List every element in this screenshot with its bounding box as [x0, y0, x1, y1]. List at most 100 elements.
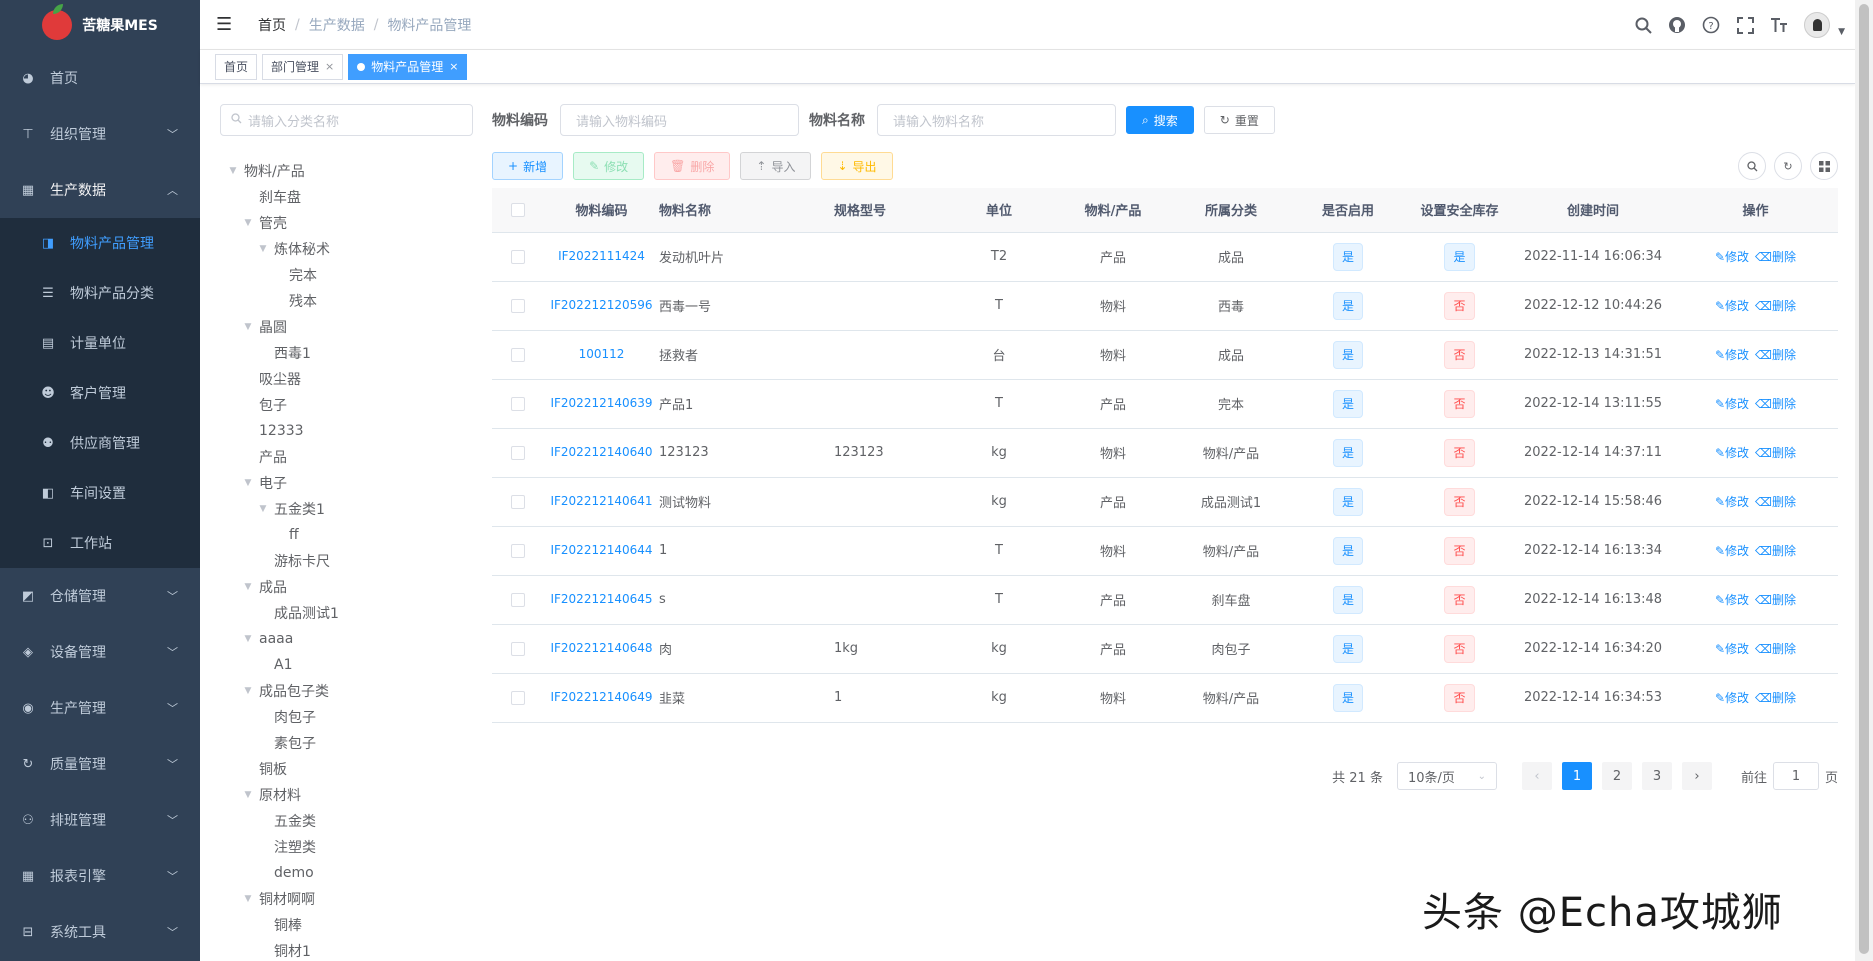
checkbox[interactable] [511, 641, 525, 656]
tag-department[interactable]: 部门管理 × [262, 53, 344, 80]
page-button[interactable]: 2 [1601, 762, 1632, 790]
sidebar-item[interactable]: ⊟ 系统工具 ﹀ [0, 904, 200, 960]
table-row[interactable]: IF202212140648 肉 1kg kg 产品 肉包子 是 否 2022-12-14 16… [492, 624, 1838, 674]
row-delete-button[interactable]: ⌫删除 [1755, 397, 1796, 411]
toggle-search-icon[interactable] [1738, 152, 1766, 180]
table-row[interactable]: IF202212140645 s T 产品 刹车盘 是 否 2022-12-14 16:13:… [492, 575, 1838, 625]
sidebar-item[interactable]: ◈ 设备管理 ﹀ [0, 624, 200, 680]
caret-down-icon[interactable]: ▼ [241, 218, 255, 228]
material-code-link[interactable]: IF202212140644 [550, 543, 652, 557]
material-code-link[interactable]: IF202212140649 [550, 690, 652, 704]
tree-node[interactable]: 肉包子 [220, 704, 473, 730]
caret-down-icon[interactable]: ▼ [256, 504, 270, 514]
caret-down-icon[interactable]: ▼ [256, 244, 270, 254]
columns-grid-icon[interactable] [1810, 152, 1838, 180]
material-code-link[interactable]: IF202212140645 [550, 592, 652, 606]
table-row[interactable]: IF202212140644 1 T 物料 物料/产品 是 否 2022-12-14 16:1… [492, 526, 1838, 576]
next-page-button[interactable]: › [1681, 762, 1712, 790]
sidebar-subitem[interactable]: ☰ 物料产品分类 [0, 268, 200, 318]
caret-down-icon[interactable]: ▼ [241, 894, 255, 904]
tree-node[interactable]: ▼ 铜材啊啊 [220, 886, 473, 912]
sidebar-item[interactable]: ⚇ 排班管理 ﹀ [0, 792, 200, 848]
checkbox[interactable] [511, 396, 525, 411]
material-code-link[interactable]: IF202212140640 [550, 445, 652, 459]
font-size-icon[interactable] [1770, 16, 1788, 34]
breadcrumb-item-production-data[interactable]: 生产数据 [309, 15, 365, 35]
caret-down-icon[interactable]: ▼ [226, 166, 240, 176]
table-row[interactable]: IF2022111424 发动机叶片 T2 产品 成品 是 是 2022-11-14 16:0… [492, 232, 1838, 282]
material-code-link[interactable]: 100112 [579, 347, 625, 361]
row-delete-button[interactable]: ⌫删除 [1755, 348, 1796, 362]
row-select[interactable] [492, 232, 544, 282]
tree-node[interactable]: 铜棒 [220, 912, 473, 938]
caret-down-icon[interactable]: ▼ [241, 634, 255, 644]
tree-node[interactable]: 五金类 [220, 808, 473, 834]
table-row[interactable]: IF202212120596 西毒一号 T 物料 西毒 是 否 2022-12-12 10:4… [492, 281, 1838, 331]
material-code-link[interactable]: IF2022111424 [558, 249, 645, 263]
tree-node[interactable]: ▼ 管壳 [220, 210, 473, 236]
row-select[interactable] [492, 624, 544, 674]
tree-node[interactable]: 注塑类 [220, 834, 473, 860]
checkbox[interactable] [511, 202, 525, 217]
tree-node[interactable]: ▼ 成品 [220, 574, 473, 600]
tree-node[interactable]: ▼ 炼体秘术 [220, 236, 473, 262]
tree-node[interactable]: ▼ 五金类1 [220, 496, 473, 522]
tree-node[interactable]: 游标卡尺 [220, 548, 473, 574]
app-logo[interactable]: 苦糖果MES [0, 0, 200, 50]
row-delete-button[interactable]: ⌫删除 [1755, 691, 1796, 705]
checkbox[interactable] [511, 543, 525, 558]
row-edit-button[interactable]: ✎修改 [1715, 397, 1749, 411]
row-edit-button[interactable]: ✎修改 [1715, 544, 1749, 558]
tree-node[interactable]: 完本 [220, 262, 473, 288]
tree-node[interactable]: 吸尘器 [220, 366, 473, 392]
cell-code[interactable]: IF202212140648 [544, 624, 659, 674]
sidebar-subitem[interactable]: ☻ 客户管理 [0, 368, 200, 418]
tree-node[interactable]: 产品 [220, 444, 473, 470]
tree-node[interactable]: ▼ 成品包子类 [220, 678, 473, 704]
close-icon[interactable]: × [325, 55, 334, 79]
tree-node[interactable]: 铜材1 [220, 938, 473, 961]
sidebar-item[interactable]: ▦ 报表引擎 ﹀ [0, 848, 200, 904]
tree-node[interactable]: A1 [220, 652, 473, 678]
select-all-checkbox[interactable] [492, 188, 544, 233]
cell-code[interactable]: IF202212140639 [544, 379, 659, 429]
caret-down-icon[interactable]: ▼ [241, 790, 255, 800]
tree-node[interactable]: 刹车盘 [220, 184, 473, 210]
tree-node[interactable]: 12333 [220, 418, 473, 444]
row-edit-button[interactable]: ✎修改 [1715, 250, 1749, 264]
add-button[interactable]: + 新增 [492, 152, 564, 180]
tree-node[interactable]: ▼ 原材料 [220, 782, 473, 808]
tree-node[interactable]: 西毒1 [220, 340, 473, 366]
row-select[interactable] [492, 379, 544, 429]
row-edit-button[interactable]: ✎修改 [1715, 642, 1749, 656]
row-select[interactable] [492, 477, 544, 527]
table-row[interactable]: 100112 拯救者 台物料 成品 是 否 2022-12-13 14:31:51 ✎修改 ⌫删… [492, 330, 1838, 380]
sidebar-subitem[interactable]: ◧ 车间设置 [0, 468, 200, 518]
checkbox[interactable] [511, 690, 525, 705]
material-name-input[interactable]: 请输入物料名称 [877, 104, 1116, 136]
cell-code[interactable]: IF202212140640 [544, 428, 659, 478]
sidebar-item[interactable]: ▦ 生产数据 ︿ [0, 162, 200, 218]
user-avatar[interactable] [1804, 12, 1831, 38]
page-button[interactable]: 1 [1561, 762, 1592, 790]
tree-node[interactable]: 包子 [220, 392, 473, 418]
reset-button[interactable]: ↻ 重置 [1203, 106, 1275, 134]
tree-node[interactable]: ▼ 物料/产品 [220, 158, 473, 184]
tree-node[interactable]: 成品测试1 [220, 600, 473, 626]
tree-node[interactable]: ▼ 电子 [220, 470, 473, 496]
checkbox[interactable] [511, 494, 525, 509]
sidebar-subitem[interactable]: ◨ 物料产品管理 [0, 218, 200, 268]
material-code-input[interactable]: 请输入物料编码 [560, 104, 799, 136]
row-delete-button[interactable]: ⌫删除 [1755, 544, 1796, 558]
edit-button[interactable]: ✎ 修改 [573, 152, 645, 180]
cell-code[interactable]: IF2022111424 [544, 232, 659, 282]
tree-node[interactable]: 铜板 [220, 756, 473, 782]
row-edit-button[interactable]: ✎修改 [1715, 691, 1749, 705]
tree-node[interactable]: 素包子 [220, 730, 473, 756]
sidebar-subitem[interactable]: ⚉ 供应商管理 [0, 418, 200, 468]
row-edit-button[interactable]: ✎修改 [1715, 495, 1749, 509]
row-delete-button[interactable]: ⌫删除 [1755, 299, 1796, 313]
checkbox[interactable] [511, 298, 525, 313]
tag-home[interactable]: 首页 [215, 53, 258, 80]
cell-code[interactable]: 100112 [544, 330, 659, 380]
